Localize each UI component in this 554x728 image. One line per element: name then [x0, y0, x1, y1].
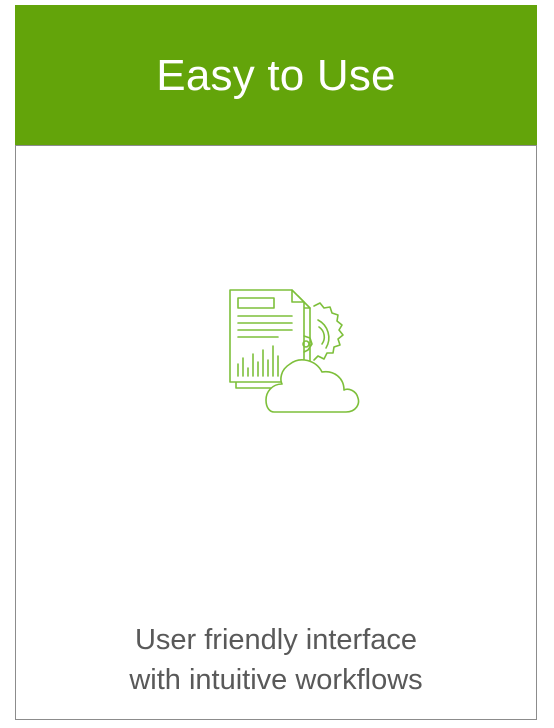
card-header: Easy to Use	[15, 5, 537, 145]
gear-icon	[313, 302, 344, 361]
description-line-2: with intuitive workflows	[129, 664, 423, 696]
feature-card: Easy to Use User friendly interface with…	[15, 5, 537, 720]
card-divider	[15, 145, 537, 146]
card-title: Easy to Use	[156, 51, 396, 100]
card-description: User friendly interface with intuitive w…	[16, 620, 536, 700]
document-chart-gear-cloud-icon	[218, 284, 366, 416]
description-line-1: User friendly interface	[134, 624, 418, 656]
